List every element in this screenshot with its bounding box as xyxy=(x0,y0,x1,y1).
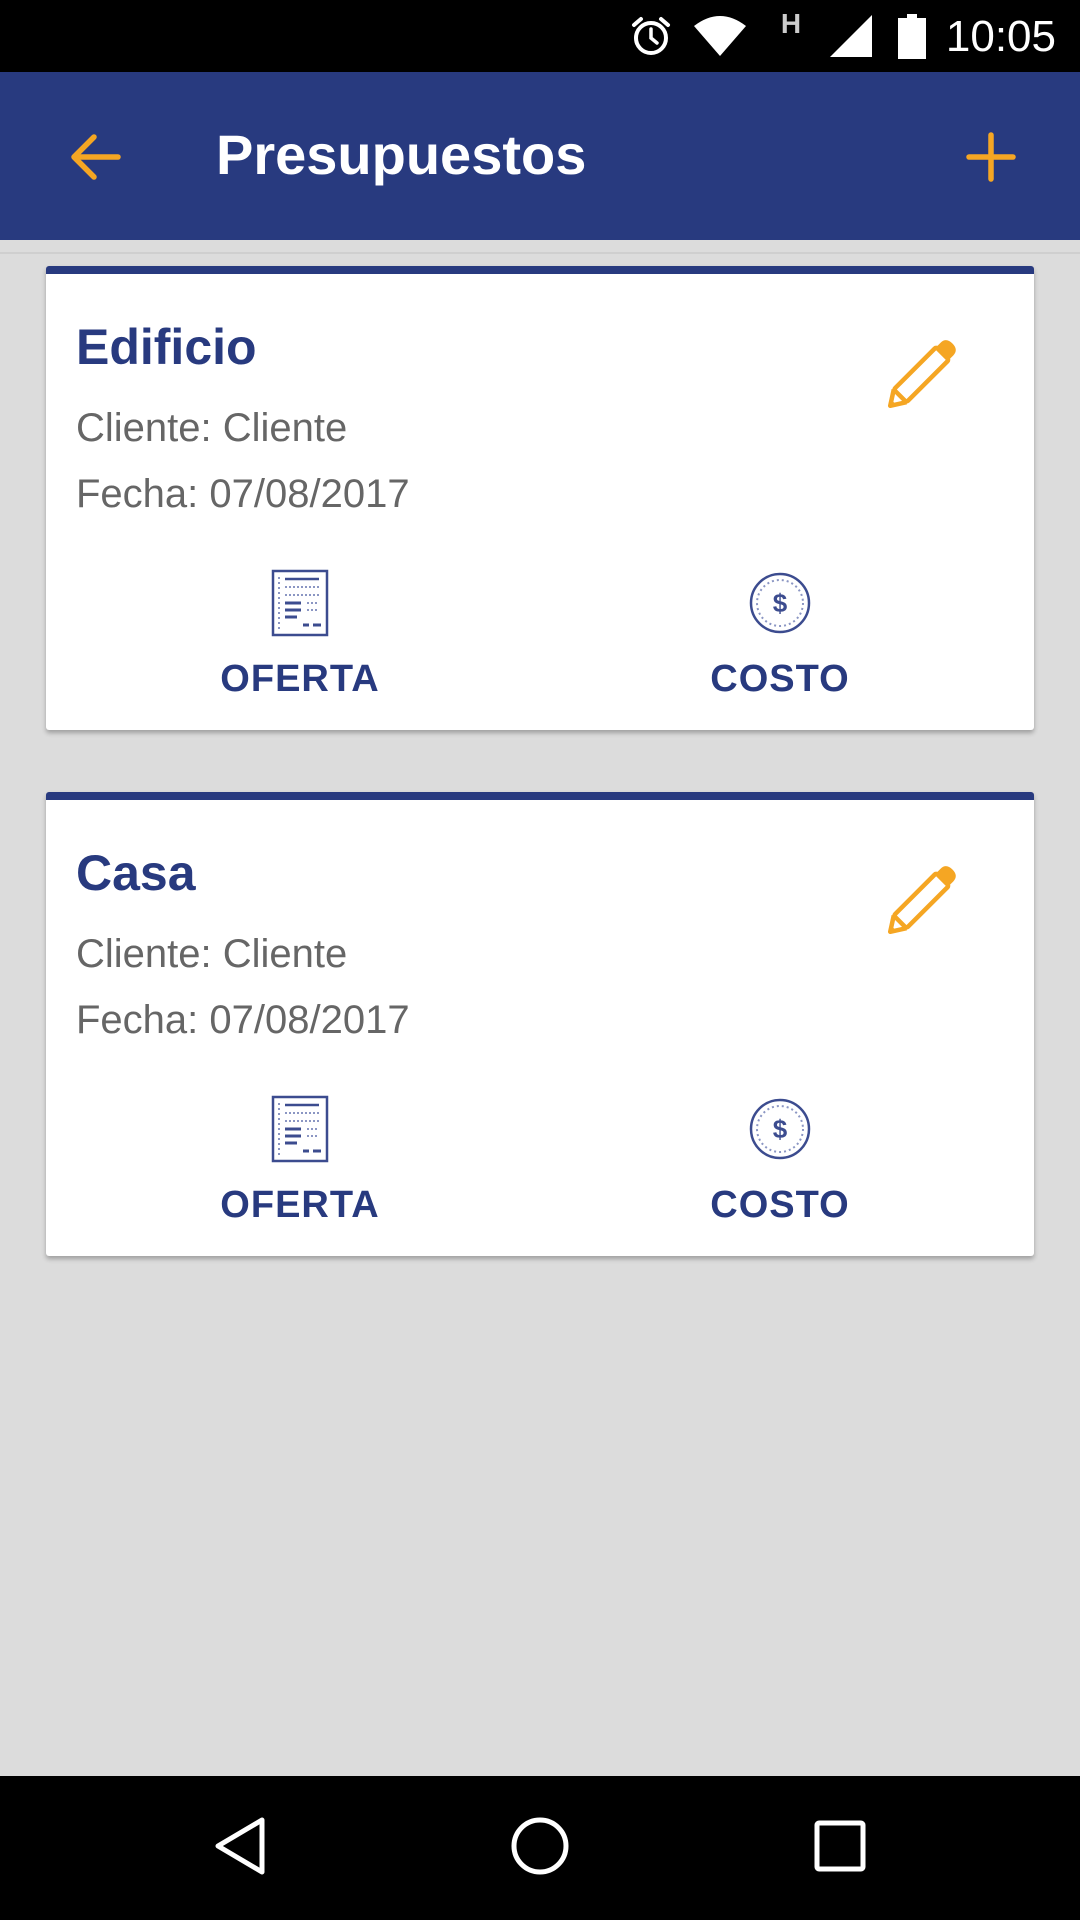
svg-text:$: $ xyxy=(773,588,788,618)
dollar-coin-icon: $ xyxy=(748,1097,812,1166)
document-icon xyxy=(271,569,329,642)
page-title: Presupuestos xyxy=(216,123,587,186)
home-circle-icon xyxy=(510,1816,570,1881)
costo-label: COSTO xyxy=(710,1184,850,1226)
app-bar-divider xyxy=(0,252,1080,254)
budget-card: Casa Cliente: Cliente Fecha: 07/08/2017 xyxy=(46,792,1034,1256)
system-nav-bar xyxy=(0,1776,1080,1920)
plus-icon xyxy=(966,131,1016,187)
budget-date: Fecha: 07/08/2017 xyxy=(76,472,410,516)
battery-icon xyxy=(896,0,928,72)
app-bar: Presupuestos xyxy=(0,72,1080,240)
signal-icon xyxy=(826,0,876,72)
edit-button[interactable] xyxy=(884,328,970,414)
budget-client: Cliente: Cliente xyxy=(76,406,348,450)
budget-date: Fecha: 07/08/2017 xyxy=(76,998,410,1042)
budget-card: Edificio Cliente: Cliente Fecha: 07/08/2… xyxy=(46,266,1034,730)
wifi-icon xyxy=(690,0,750,72)
pencil-icon xyxy=(885,327,969,416)
costo-button[interactable]: $ COSTO xyxy=(660,1096,900,1236)
nav-home-button[interactable] xyxy=(470,1776,610,1920)
nav-back-button[interactable] xyxy=(170,1776,310,1920)
arrow-left-icon xyxy=(68,132,122,187)
clock: 10:05 xyxy=(945,12,1056,61)
dollar-coin-icon: $ xyxy=(748,571,812,640)
recents-square-icon xyxy=(814,1820,866,1877)
oferta-button[interactable]: OFERTA xyxy=(180,569,420,710)
back-triangle-icon xyxy=(212,1816,268,1881)
add-button[interactable] xyxy=(946,114,1036,204)
network-type-label: H xyxy=(780,8,802,39)
oferta-label: OFERTA xyxy=(220,1184,380,1226)
status-bar: H 10:05 xyxy=(0,0,1080,72)
costo-label: COSTO xyxy=(710,658,850,700)
costo-button[interactable]: $ COSTO xyxy=(660,570,900,710)
back-button[interactable] xyxy=(50,114,140,204)
alarm-icon xyxy=(626,0,676,72)
oferta-label: OFERTA xyxy=(220,658,380,700)
edit-button[interactable] xyxy=(884,854,970,940)
budget-title: Casa xyxy=(76,845,196,901)
budget-title: Edificio xyxy=(76,319,257,375)
budget-client: Cliente: Cliente xyxy=(76,932,348,976)
document-icon xyxy=(271,1095,329,1168)
oferta-button[interactable]: OFERTA xyxy=(180,1095,420,1236)
svg-text:$: $ xyxy=(773,1114,788,1144)
pencil-icon xyxy=(885,853,969,942)
nav-recents-button[interactable] xyxy=(770,1776,910,1920)
